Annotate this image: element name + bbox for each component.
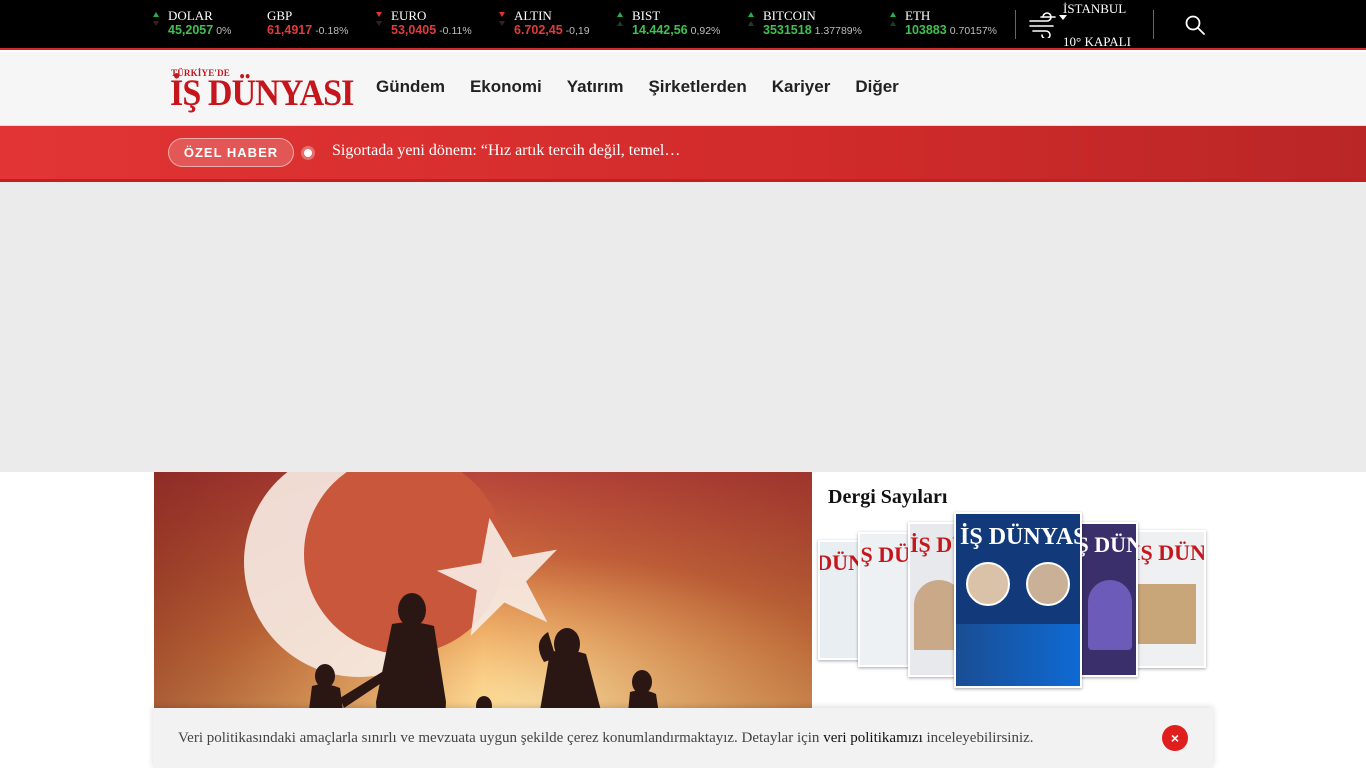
trend-up-icon xyxy=(890,12,898,30)
ticker-change: -0,19 xyxy=(565,25,590,37)
magazine-cover[interactable]: İŞ DÜNYASI xyxy=(1076,522,1138,677)
ticker-change: -0.11% xyxy=(439,25,472,37)
ticker-value: 45,2057 0% xyxy=(168,23,232,37)
ad-placeholder xyxy=(0,182,1366,472)
cover-art xyxy=(1088,580,1132,650)
ticker-value: 61,4917 -0.18% xyxy=(267,23,349,37)
nav-item-ekonomi[interactable]: Ekonomi xyxy=(470,77,542,97)
ticker-name: BITCOIN xyxy=(763,8,816,23)
breaking-news-bar: ÖZEL HABER Sigortada yeni dönem: “Hız ar… xyxy=(0,126,1366,182)
market-ticker-bar: DOLAR 45,2057 0% GBP 61,4917 -0.18% EURO 5… xyxy=(0,0,1366,50)
trend-up-icon xyxy=(153,12,161,30)
ticker-value: 3531518 1.37789% xyxy=(763,23,862,37)
cookie-consent-bar: Veri politikasındaki amaçlarla sınırlı v… xyxy=(153,708,1213,768)
trend-up-icon xyxy=(748,12,756,30)
magazine-panel-title: Dergi Sayıları xyxy=(828,486,948,508)
trend-up-icon xyxy=(617,12,625,30)
ticker-change: 0.70157% xyxy=(949,25,998,37)
live-dot-icon xyxy=(301,146,315,160)
wind-icon[interactable] xyxy=(1027,12,1061,38)
ticker-name: ALTIN xyxy=(514,8,552,23)
ticker-name: GBP xyxy=(267,8,293,23)
nav-item-sirketlerden[interactable]: Şirketlerden xyxy=(648,77,746,97)
weather-city: İSTANBUL xyxy=(1063,1,1127,16)
cookie-text: Veri politikasındaki amaçlarla sınırlı v… xyxy=(178,730,1034,746)
weather-temp: 10° KAPALI xyxy=(1063,34,1131,49)
ticker-name: DOLAR xyxy=(168,8,213,23)
ticker-value: 53,0405 -0.11% xyxy=(391,23,472,37)
main-nav: Gündem Ekonomi Yatırım Şirketlerden Kari… xyxy=(376,77,924,97)
cover-portrait xyxy=(966,562,1010,606)
ticker-name: BIST xyxy=(632,8,661,23)
privacy-policy-link[interactable]: veri politikamızı xyxy=(823,730,923,746)
divider xyxy=(1153,10,1154,39)
trend-down-icon xyxy=(376,12,384,30)
ticker-value: 6.702,45 -0,19 xyxy=(514,23,590,37)
nav-item-diger[interactable]: Diğer xyxy=(855,77,898,97)
nav-item-kariyer[interactable]: Kariyer xyxy=(772,77,831,97)
magazine-cover-featured[interactable]: İŞ DÜNYASI xyxy=(954,512,1082,688)
close-icon[interactable]: × xyxy=(1162,725,1188,751)
ticker-value: 14.442,56 0,92% xyxy=(632,23,721,37)
cover-art xyxy=(956,624,1080,686)
ticker-value: 103883 0.70157% xyxy=(905,23,998,37)
site-header: TÜRKİYE'DE İŞ DÜNYASI Gündem Ekonomi Yat… xyxy=(0,52,1366,126)
ticker-change: 0,92% xyxy=(690,25,721,37)
nav-item-gundem[interactable]: Gündem xyxy=(376,77,445,97)
cover-art xyxy=(1136,584,1196,644)
logo-title: İŞ DÜNYASI xyxy=(170,73,354,114)
ozel-haber-badge: ÖZEL HABER xyxy=(168,138,294,167)
site-logo[interactable]: TÜRKİYE'DE İŞ DÜNYASI xyxy=(170,68,354,114)
search-icon[interactable] xyxy=(1184,14,1206,36)
ticker-name: EURO xyxy=(391,8,427,23)
divider xyxy=(1015,10,1016,39)
ticker-change: 0% xyxy=(216,25,232,37)
ticker-name: ETH xyxy=(905,8,931,23)
trend-down-icon xyxy=(499,12,507,30)
ticker-change: -0.18% xyxy=(315,25,349,37)
nav-item-yatirim[interactable]: Yatırım xyxy=(567,77,624,97)
ticker-change: 1.37789% xyxy=(814,25,862,37)
magazine-cover[interactable]: İŞ DÜNYASI xyxy=(1128,530,1206,668)
cover-portrait xyxy=(1026,562,1070,606)
breaking-headline[interactable]: Sigortada yeni dönem: “Hız artık tercih … xyxy=(332,142,680,160)
